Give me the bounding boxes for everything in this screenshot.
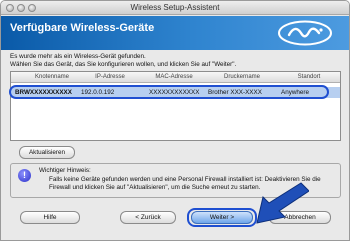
pointer-arrow-icon bbox=[256, 182, 309, 224]
instructions: Es wurde mehr als ein Wireless-Gerät gef… bbox=[10, 53, 236, 69]
page-title: Verfügbare Wireless-Geräte bbox=[10, 22, 155, 34]
header-banner: Verfügbare Wireless-Geräte bbox=[1, 16, 349, 50]
column-header-location[interactable]: Standort bbox=[279, 74, 339, 80]
selection-highlight bbox=[9, 85, 329, 99]
note-title: Wichtiger Hinweis: bbox=[39, 167, 91, 174]
device-table: Knotenname IP-Adresse MAC-Adresse Drucke… bbox=[10, 71, 341, 141]
instruction-line-1: Es wurde mehr als ein Wireless-Gerät gef… bbox=[10, 53, 146, 60]
refresh-button[interactable]: Aktualisieren bbox=[19, 146, 75, 159]
column-header-printer-name[interactable]: Druckername bbox=[211, 74, 273, 80]
table-header: Knotenname IP-Adresse MAC-Adresse Drucke… bbox=[11, 72, 340, 83]
column-header-mac-address[interactable]: MAC-Adresse bbox=[145, 74, 203, 80]
column-header-node-name[interactable]: Knotenname bbox=[25, 74, 79, 80]
help-button[interactable]: Hilfe bbox=[20, 211, 80, 224]
title-bar: Wireless Setup-Assistent bbox=[1, 1, 349, 15]
brother-logo-icon bbox=[278, 20, 332, 46]
instruction-line-2: Wählen Sie das Gerät, das Sie konfigurie… bbox=[10, 61, 237, 68]
setup-wizard-window: Wireless Setup-Assistent Verfügbare Wire… bbox=[0, 0, 350, 241]
next-button-highlight bbox=[187, 208, 257, 227]
back-button[interactable]: < Zurück bbox=[120, 211, 176, 224]
column-header-ip-address[interactable]: IP-Adresse bbox=[85, 74, 135, 80]
info-icon: ! bbox=[18, 169, 31, 182]
window-title: Wireless Setup-Assistent bbox=[130, 3, 220, 12]
